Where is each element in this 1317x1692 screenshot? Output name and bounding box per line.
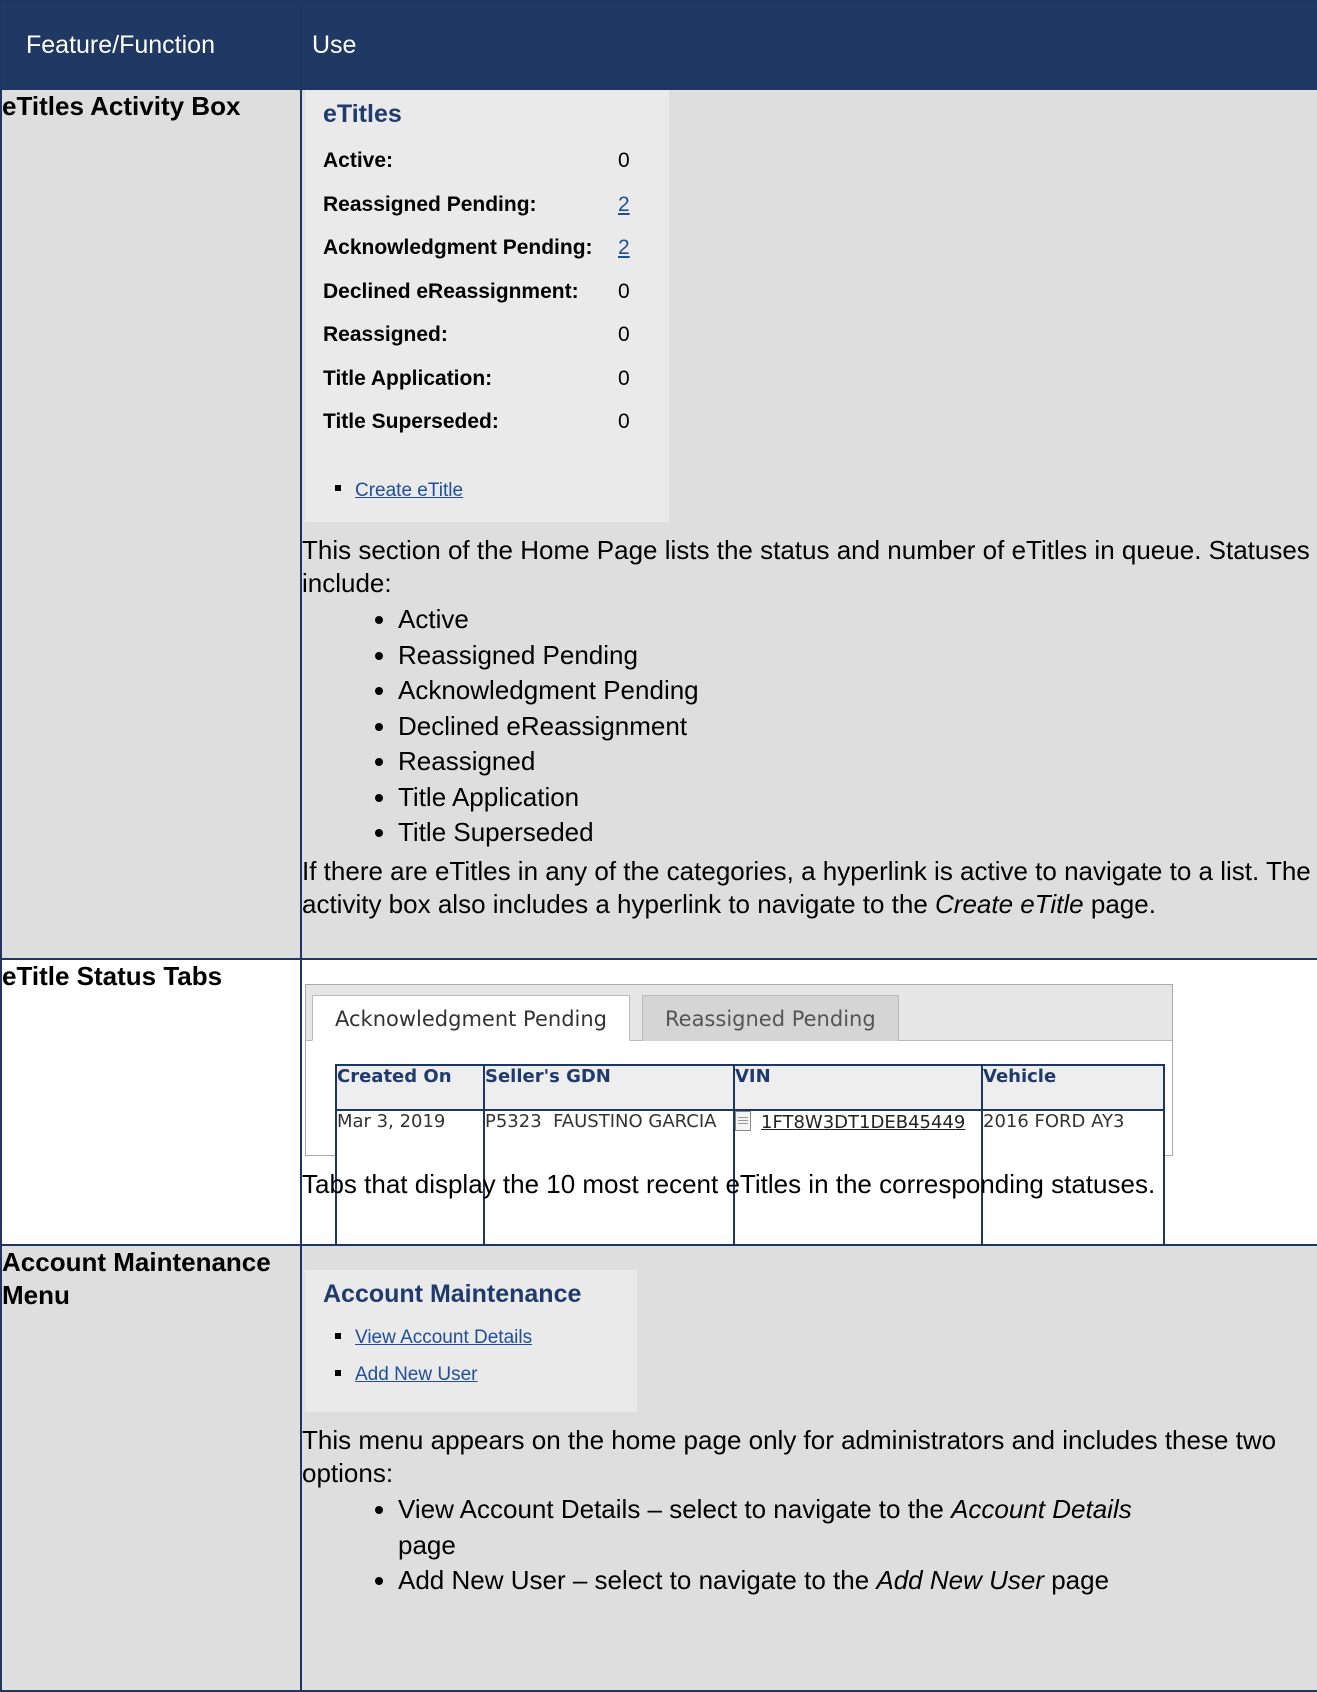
vin-link[interactable]: 1FT8W3DT1DEB45449 [761, 1112, 965, 1133]
stat-row-title-application: Title Application: 0 [323, 367, 669, 411]
options-bullet-list: View Account Details – select to navigat… [302, 1492, 1317, 1599]
stat-row-title-superseded: Title Superseded: 0 [323, 410, 669, 454]
table-row: eTitles Activity Box eTitles Active: 0 R… [0, 88, 1317, 960]
feature-table: Feature/Function Use eTitles Activity Bo… [0, 0, 1317, 1692]
use-cell: eTitles Active: 0 Reassigned Pending: 2 … [300, 88, 1317, 960]
list-item: Title Superseded [398, 815, 1317, 851]
section-outro: If there are eTitles in any of the categ… [302, 855, 1317, 921]
feature-name: Account Maintenance Menu [0, 1244, 302, 1692]
stat-count-link[interactable]: 2 [618, 193, 630, 237]
square-bullet-icon [335, 1332, 341, 1339]
add-new-user-link[interactable]: Add New User [355, 1364, 478, 1385]
col-header-vehicle[interactable]: Vehicle [981, 1064, 1165, 1111]
col-header-sellers-gdn[interactable]: Seller's GDN [483, 1064, 735, 1111]
stat-label: Reassigned Pending: [323, 192, 537, 216]
square-bullet-icon [335, 1369, 341, 1376]
col-header-created-on[interactable]: Created On [335, 1064, 485, 1111]
list-item: Reassigned [398, 744, 1317, 780]
table-row: eTitle Status Tabs Acknowledgment Pendin… [0, 958, 1317, 1373]
add-new-user-row: Add New User [323, 1364, 637, 1401]
account-maintenance-box: Account Maintenance View Account Details… [305, 1270, 637, 1412]
stat-row-acknowledgment-pending: Acknowledgment Pending: 2 [323, 236, 669, 280]
etitles-activity-box: eTitles Active: 0 Reassigned Pending: 2 … [305, 90, 669, 522]
stat-label: Declined eReassignment: [323, 279, 579, 303]
header-use: Use [300, 0, 1317, 90]
tabs-description: Tabs that display the 10 most recent eTi… [302, 1169, 1156, 1199]
list-item: Add New User – select to navigate to the… [398, 1563, 1187, 1599]
header-feature: Feature/Function [0, 0, 302, 90]
feature-name: eTitles Activity Box [0, 88, 302, 960]
list-item: Acknowledgment Pending [398, 673, 1317, 709]
stat-count: 0 [618, 323, 630, 346]
stat-row-reassigned-pending: Reassigned Pending: 2 [323, 193, 669, 237]
list-item: View Account Details – select to navigat… [398, 1492, 1187, 1563]
stat-label: Acknowledgment Pending: [323, 236, 593, 259]
bullet-emphasis: Add New User [876, 1565, 1044, 1595]
stat-count-link[interactable]: 2 [618, 236, 630, 280]
stat-count: 0 [618, 279, 630, 303]
section-intro: This section of the Home Page lists the … [302, 535, 1310, 598]
col-header-vin[interactable]: VIN [733, 1064, 983, 1111]
status-bullet-list: Active Reassigned Pending Acknowledgment… [302, 602, 1317, 851]
tab-acknowledgment-pending[interactable]: Acknowledgment Pending [312, 995, 630, 1041]
use-cell: Acknowledgment Pending Reassigned Pendin… [300, 958, 1317, 1373]
stat-label: Active: [323, 149, 394, 172]
stat-row-reassigned: Reassigned: 0 [323, 323, 669, 367]
bullet-text-end: page [398, 1529, 456, 1560]
create-etitle-link[interactable]: Create eTitle [355, 480, 463, 501]
outro-text-end: page. [1083, 888, 1156, 919]
table-row: Account Maintenance Menu Account Mainten… [0, 1244, 1317, 1692]
menu-intro: This menu appears on the home page only … [302, 1425, 1277, 1488]
stat-count: 0 [618, 149, 630, 172]
status-tabs-widget: Acknowledgment Pending Reassigned Pendin… [305, 984, 1173, 1373]
create-etitle-link-row: Create eTitle [323, 480, 669, 502]
feature-name: eTitle Status Tabs [0, 958, 302, 1246]
list-item: Declined eReassignment [398, 709, 1317, 745]
stat-count: 0 [618, 410, 630, 433]
view-account-details-link[interactable]: View Account Details [355, 1327, 532, 1348]
stat-row-active: Active: 0 [323, 149, 669, 193]
list-item: Title Application [398, 780, 1317, 816]
stat-label: Title Superseded: [323, 410, 499, 433]
tab-bar: Acknowledgment Pending Reassigned Pendin… [306, 985, 1172, 1041]
square-bullet-icon [335, 485, 341, 492]
bullet-text: Add New User – select to navigate to the [398, 1565, 877, 1595]
bullet-emphasis: Account Details [951, 1494, 1132, 1524]
bullet-text-end: page [1044, 1565, 1110, 1595]
etitles-box-title: eTitles [323, 100, 402, 128]
outro-text: If there are eTitles in any of the categ… [302, 855, 1311, 919]
tab-reassigned-pending[interactable]: Reassigned Pending [642, 995, 899, 1041]
account-box-title: Account Maintenance [323, 1280, 582, 1308]
outro-emphasis: Create eTitle [935, 888, 1084, 919]
stat-label: Title Application: [323, 366, 493, 390]
list-item: Active [398, 602, 1317, 638]
stat-label: Reassigned: [323, 323, 448, 346]
grid-header-row: Created On Seller's GDN VIN Vehicle [335, 1064, 1165, 1111]
use-cell: Account Maintenance View Account Details… [300, 1244, 1317, 1692]
view-account-details-row: View Account Details [323, 1327, 637, 1364]
stat-row-declined-ereassignment: Declined eReassignment: 0 [323, 280, 669, 324]
document-icon[interactable] [735, 1111, 751, 1131]
stat-count: 0 [618, 366, 630, 390]
table-header-row: Feature/Function Use [0, 0, 1317, 90]
list-item: Reassigned Pending [398, 638, 1317, 674]
bullet-text: View Account Details – select to navigat… [398, 1494, 952, 1524]
